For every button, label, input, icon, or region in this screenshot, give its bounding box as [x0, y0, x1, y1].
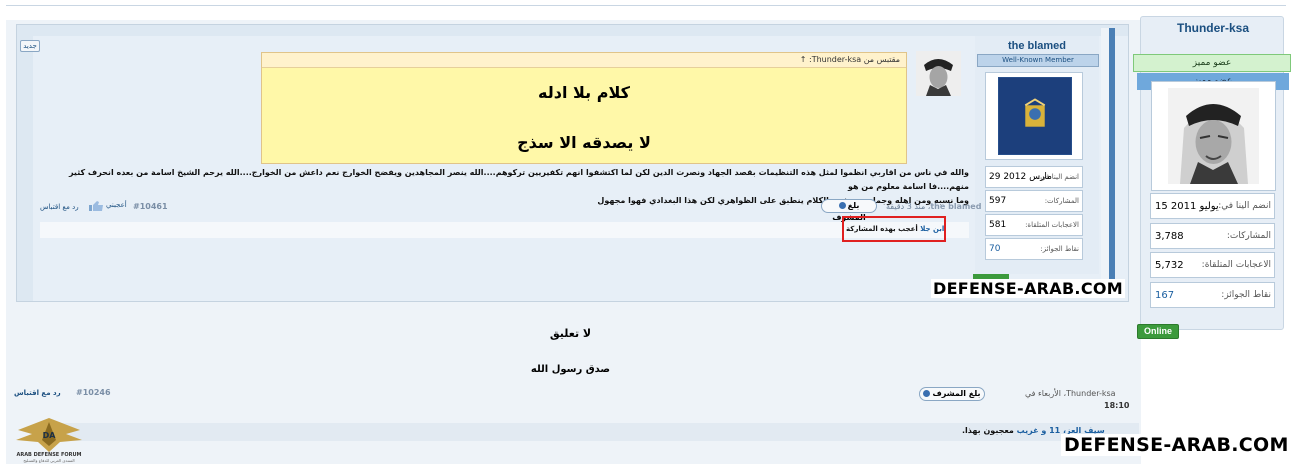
outer-post-time: 18:10	[1104, 401, 1130, 410]
top-divider	[6, 5, 1286, 6]
outer-stat-likes: الاعجابات المتلقاة: 5,732	[1150, 252, 1275, 278]
reply-with-quote-link[interactable]: رد مع اقتباس	[40, 203, 79, 211]
thumbs-up-icon[interactable]	[88, 201, 108, 211]
new-post-button[interactable]: جديد	[20, 40, 40, 52]
watermark: DEFENSE-ARAB.COM	[931, 279, 1125, 298]
user-icon	[838, 202, 846, 209]
highlight-box	[842, 216, 946, 242]
outer-stat-points: نقاط الجوائز: 167	[1150, 282, 1275, 308]
meta-author[interactable]: Thunder-ksa	[1066, 389, 1115, 398]
outer-stat-joined: انضم الينا في: 15 يوليو 2011	[1150, 193, 1275, 219]
stat-value: 15 يوليو 2011	[1155, 201, 1219, 212]
inner-stat-posts: المشاركات: 597	[985, 190, 1083, 212]
report-label: بلغ المشرف	[932, 389, 981, 398]
stat-value: 3,788	[1155, 231, 1184, 242]
outer-post-text: صدق رسول الله	[530, 364, 611, 375]
inner-post-quote-avatar[interactable]	[916, 51, 961, 96]
outer-avatar-frame	[1151, 81, 1276, 191]
quote-text-line: لا يصدقه الا سذج	[517, 133, 651, 152]
outer-user-title: عضو مميز	[1133, 54, 1291, 72]
inner-post-sidebar: the blamed Well-Known Member انضم الينا …	[975, 36, 1099, 274]
meta-time: ، منذ 3 دقيقة	[886, 202, 931, 211]
stat-value: 581	[989, 220, 1007, 230]
likes-bar	[40, 222, 969, 238]
svg-text:DA: DA	[43, 431, 57, 440]
svg-text:المنتدى العربي للدفاع والتسليح: المنتدى العربي للدفاع والتسليح	[23, 458, 74, 463]
quote-header[interactable]: مقتبس من Thunder-ksa: ↑	[262, 53, 906, 68]
outer-avatar[interactable]	[1168, 88, 1259, 184]
inner-stat-points: نقاط الجوائز: 70	[985, 238, 1083, 260]
stat-value: 5,732	[1155, 260, 1184, 271]
meta-date: ، الأربعاء في	[1025, 389, 1067, 398]
meta-author[interactable]: the blamed	[930, 202, 981, 211]
stat-value: 597	[989, 196, 1007, 206]
scrollbar-thumb[interactable]	[1109, 28, 1115, 288]
stat-label: نقاط الجوائز:	[1221, 290, 1271, 300]
stat-label: الاعجابات المتلقاة:	[1201, 260, 1271, 270]
stat-label: المشاركات:	[1226, 231, 1271, 241]
outer-post-number[interactable]: #10246	[76, 388, 111, 397]
inner-username[interactable]: the blamed	[975, 40, 1099, 52]
stat-value[interactable]: 167	[1155, 290, 1174, 301]
online-status-badge: Online	[1137, 324, 1179, 339]
report-to-moderator-button[interactable]: بلغ المشرف	[821, 199, 877, 222]
stat-label: الاعجابات المتلقاة:	[1025, 221, 1079, 229]
stat-value[interactable]: 70	[989, 244, 1000, 254]
inner-post-meta: the blamed، منذ 3 دقيقة	[886, 202, 981, 211]
stat-value: 29 مارس 2012	[989, 172, 1052, 182]
inner-user-rank: Well-Known Member	[977, 54, 1099, 67]
outer-stat-posts: المشاركات: 3,788	[1150, 223, 1275, 249]
outer-username[interactable]: Thunder-ksa	[1141, 21, 1285, 35]
watermark: DEFENSE-ARAB.COM	[1061, 434, 1292, 456]
inner-avatar-frame	[985, 72, 1083, 160]
inner-post-number[interactable]: #10461	[133, 202, 168, 211]
stat-label: انضم الينا في:	[1218, 201, 1271, 211]
inner-avatar[interactable]	[998, 77, 1072, 155]
reply-with-quote-link[interactable]: رد مع اقتباس	[14, 389, 61, 397]
user-icon	[923, 390, 931, 397]
scrollbar-track[interactable]	[1101, 28, 1109, 288]
inner-stat-joined: انضم الينا في: 29 مارس 2012	[985, 166, 1083, 188]
outer-post-text: لا تعليق	[549, 327, 592, 340]
quote-block: مقتبس من Thunder-ksa: ↑ كلام بلا ادله لا…	[261, 52, 907, 164]
like-button-label[interactable]: أعجبني	[106, 201, 127, 209]
stat-label: نقاط الجوائز:	[1040, 245, 1079, 253]
forum-logo: DA ARAB DEFENSE FORUM المنتدى العربي للد…	[16, 418, 82, 463]
report-to-moderator-button[interactable]: بلغ المشرف	[919, 387, 985, 401]
quote-text-line: كلام بلا ادله	[538, 83, 630, 102]
stat-label: المشاركات:	[1044, 197, 1079, 205]
outer-post-meta: Thunder-ksa، الأربعاء في	[1025, 389, 1116, 398]
likes-suffix: معجبون بهذا.	[962, 426, 1014, 435]
inner-stat-likes: الاعجابات المتلقاة: 581	[985, 214, 1083, 236]
message-line: والله في ناس من اقاربي انظموا لمثل هذه ا…	[68, 168, 969, 191]
